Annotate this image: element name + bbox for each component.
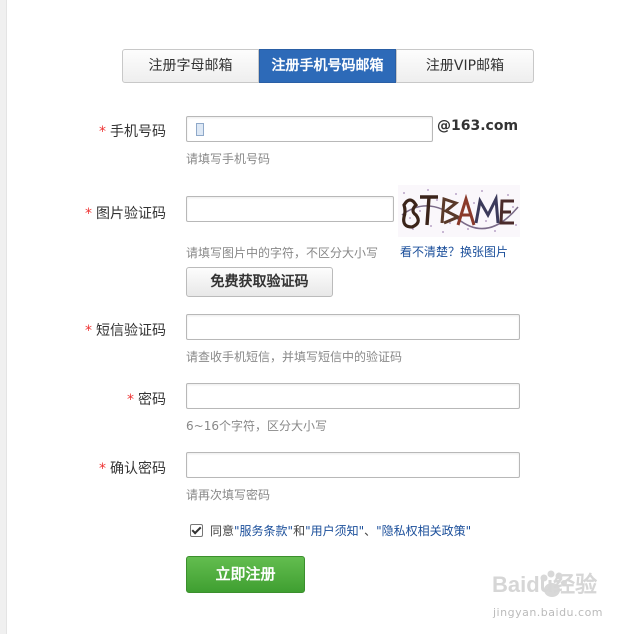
agree-and: 和 [293, 524, 306, 538]
password-label-text: 密码 [138, 392, 166, 408]
agree-checkbox[interactable] [190, 524, 203, 537]
captcha-image[interactable] [398, 185, 520, 237]
phone-input[interactable] [186, 116, 433, 142]
register-submit-button[interactable]: 立即注册 [186, 556, 305, 593]
text-cursor [196, 123, 204, 136]
required-mark: * [99, 461, 106, 477]
sms-code-hint: 请查收手机短信，并填写短信中的验证码 [186, 350, 403, 364]
required-mark: * [127, 392, 134, 408]
captcha-input[interactable] [186, 196, 394, 222]
agreement-row: 同意 "服务条款" 和 "用户须知" 、 "隐私权相关政策" [190, 522, 471, 539]
register-type-tabs: 注册字母邮箱 注册手机号码邮箱 注册VIP邮箱 [122, 49, 534, 83]
watermark-domain: jingyan.baidu.com [493, 606, 604, 619]
agree-separator: 、 [364, 524, 377, 538]
captcha-label-text: 图片验证码 [96, 206, 166, 222]
tab-vip-email[interactable]: 注册VIP邮箱 [396, 49, 534, 83]
phone-label: * 手机号码 [76, 121, 166, 141]
confirm-password-label-text: 确认密码 [110, 461, 166, 477]
page-left-border [0, 0, 7, 634]
sms-code-label: * 短信验证码 [76, 320, 166, 340]
required-mark: * [99, 124, 106, 140]
phone-hint: 请填写手机号码 [186, 152, 271, 166]
baidu-paw-logo-icon: Baidu经验 [492, 570, 597, 597]
captcha-refresh-link[interactable]: 看不清楚？换张图片 [400, 243, 508, 260]
password-input[interactable] [186, 383, 520, 409]
confirm-password-label: * 确认密码 [76, 458, 166, 478]
sms-code-label-text: 短信验证码 [96, 323, 166, 339]
captcha-graphic [401, 189, 519, 233]
captcha-label: * 图片验证码 [76, 203, 166, 223]
tab-mobile-email[interactable]: 注册手机号码邮箱 [259, 49, 396, 83]
sms-code-input[interactable] [186, 314, 520, 340]
required-mark: * [85, 323, 92, 339]
get-sms-code-button[interactable]: 免费获取验证码 [186, 267, 333, 297]
privacy-policy-link[interactable]: "隐私权相关政策" [376, 522, 471, 539]
email-domain-suffix: @163.com [437, 118, 519, 134]
tab-letter-email[interactable]: 注册字母邮箱 [122, 49, 259, 83]
agree-prefix: 同意 [210, 524, 235, 538]
watermark-brand-text: Baidu经验 [492, 572, 597, 597]
captcha-hint: 请填写图片中的字符，不区分大小写 [186, 246, 379, 260]
password-hint: 6~16个字符，区分大小写 [186, 419, 327, 433]
password-label: * 密码 [76, 389, 166, 409]
confirm-password-hint: 请再次填写密码 [186, 488, 271, 502]
confirm-password-input[interactable] [186, 452, 520, 478]
required-mark: * [85, 206, 92, 222]
user-notice-link[interactable]: "用户须知" [305, 522, 364, 539]
phone-label-text: 手机号码 [110, 124, 166, 140]
terms-of-service-link[interactable]: "服务条款" [234, 522, 293, 539]
